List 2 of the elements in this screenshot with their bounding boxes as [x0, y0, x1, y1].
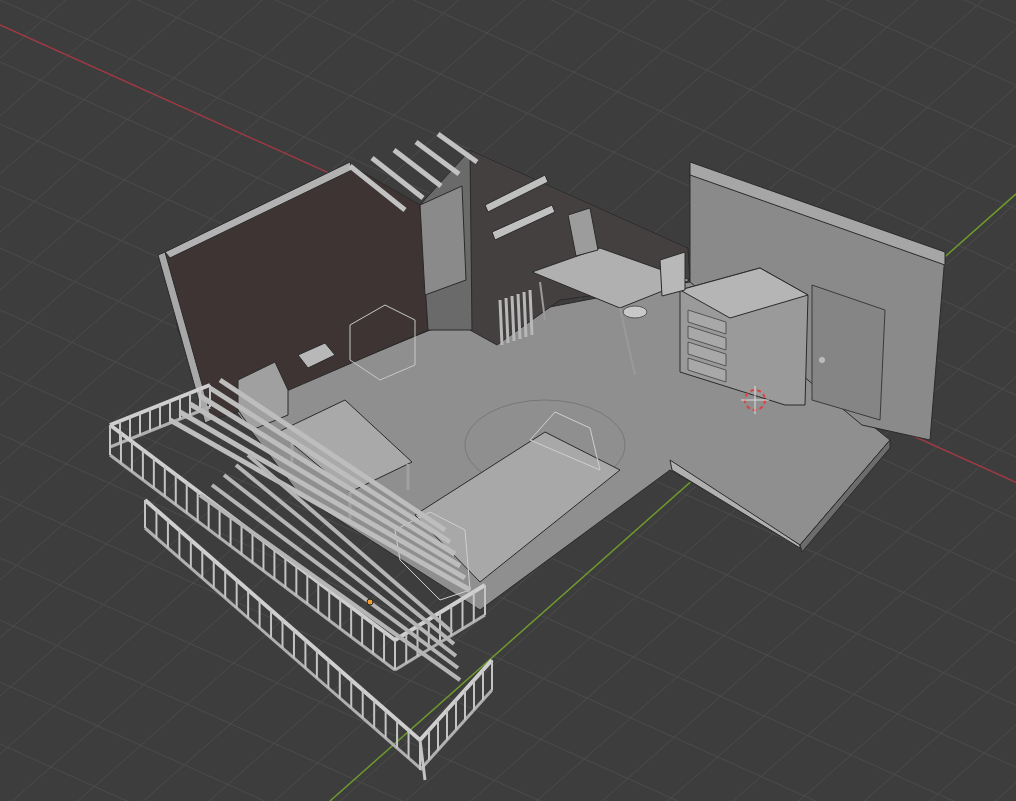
origin-dot-icon: [366, 598, 374, 606]
3d-cursor-icon[interactable]: [740, 385, 770, 415]
